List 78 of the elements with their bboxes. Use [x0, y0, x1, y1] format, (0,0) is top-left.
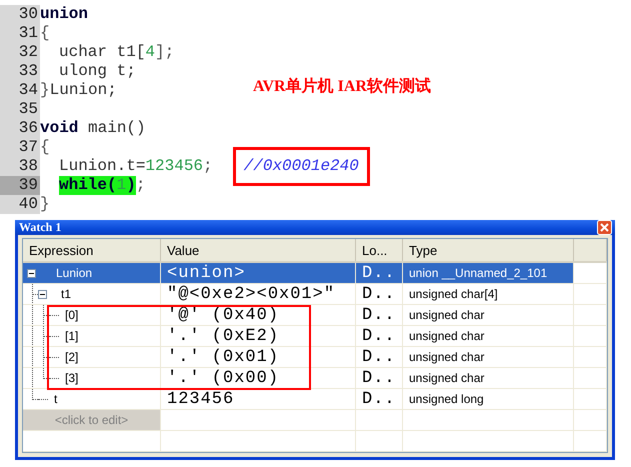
code-token: while( [59, 176, 117, 195]
code-token: { [40, 24, 50, 43]
value-cell: '.' (0xE2) [161, 326, 356, 347]
code-token: 123456 [145, 157, 204, 176]
line-number: 35 [0, 100, 40, 119]
type-cell: unsigned char [403, 347, 574, 368]
expression-text[interactable]: t1 [61, 287, 72, 301]
code-token: ; [136, 176, 146, 195]
line-number: 33 [0, 62, 40, 81]
code-token: ; [203, 157, 213, 176]
value-cell: <union> [161, 263, 356, 284]
line-number: 34 [0, 81, 40, 100]
type-cell: unsigned char[4] [403, 284, 574, 305]
line-number: 36 [0, 119, 40, 138]
code-token: ulong t; [59, 62, 136, 81]
watch-row[interactable]: [1] '.' (0xE2) D.. unsigned char [23, 326, 607, 347]
type-cell: unsigned long [403, 389, 574, 410]
expression-text[interactable]: [1] [65, 329, 78, 343]
column-header[interactable]: Expression [23, 239, 161, 261]
table-cell [356, 410, 403, 431]
value-cell: '.' (0x00) [161, 368, 356, 389]
location-cell: D.. [356, 284, 403, 305]
expression-text[interactable]: Lunion [56, 266, 92, 280]
code-comment: //0x0001e240 [232, 147, 370, 186]
column-header[interactable]: Lo... [356, 239, 403, 261]
table-cell [574, 431, 607, 452]
collapse-icon[interactable] [38, 290, 47, 298]
code-token: 4 [145, 43, 156, 62]
type-cell: unsigned char [403, 368, 574, 389]
code-token: } [40, 195, 50, 214]
location-cell: D.. [356, 368, 403, 389]
expression-text[interactable]: [2] [65, 350, 78, 364]
location-cell: D.. [356, 347, 403, 368]
code-token: 1 [116, 176, 126, 195]
column-header[interactable]: Value [161, 239, 356, 261]
line-number: 39 [0, 176, 40, 195]
watch-row[interactable]: [0] '@' (0x40) D.. unsigned char [23, 305, 607, 326]
line-number: 37 [0, 138, 40, 157]
location-cell: D.. [356, 305, 403, 326]
value-cell: 123456 [161, 389, 356, 410]
window-title: Watch 1 [19, 220, 62, 235]
value-cell: '.' (0x01) [161, 347, 356, 368]
code-token: union [40, 5, 88, 24]
type-cell: unsigned char [403, 305, 574, 326]
expression-text[interactable]: [0] [65, 308, 78, 322]
table-cell [574, 410, 607, 431]
line-number: 31 [0, 24, 40, 43]
value-cell: "@<0xe2><0x01>" [161, 284, 356, 305]
watch-row[interactable]: [3] '.' (0x00) D.. unsigned char [23, 368, 607, 389]
caption-text: AVR单片机 IAR软件测试 [253, 76, 431, 97]
table-cell [356, 431, 403, 452]
line-number: 32 [0, 43, 40, 62]
code-token: } [40, 81, 50, 100]
code-token: { [40, 138, 50, 157]
line-number: 38 [0, 157, 40, 176]
code-token: Lunion; [50, 81, 117, 100]
code-token: ) [126, 176, 136, 195]
code-token: Lunion.t= [59, 157, 146, 176]
code-token: void [40, 119, 78, 138]
location-cell: D.. [356, 263, 403, 284]
code-token: main() [87, 119, 146, 138]
column-header[interactable]: Type [403, 239, 574, 261]
location-cell: D.. [356, 326, 403, 347]
collapse-icon[interactable] [27, 268, 36, 278]
code-token: ]; [155, 43, 174, 62]
line-number: 40 [0, 195, 40, 214]
expression-text[interactable]: [3] [65, 371, 78, 385]
watch-row[interactable]: Lunion <union> D.. union __Unnamed_2_101 [23, 263, 607, 284]
type-cell: union __Unnamed_2_101 [403, 263, 574, 284]
expression-text[interactable]: t [54, 392, 58, 406]
close-icon[interactable] [597, 220, 612, 235]
watch-row[interactable]: t1 "@<0xe2><0x01>" D.. unsigned char[4] [23, 284, 607, 305]
line-number: 30 [0, 5, 40, 24]
watch-row[interactable]: [2] '.' (0x01) D.. unsigned char [23, 347, 607, 368]
location-cell: D.. [356, 389, 403, 410]
value-cell: '@' (0x40) [161, 305, 356, 326]
code-token: uchar t1[ [59, 43, 146, 62]
type-cell: unsigned char [403, 326, 574, 347]
